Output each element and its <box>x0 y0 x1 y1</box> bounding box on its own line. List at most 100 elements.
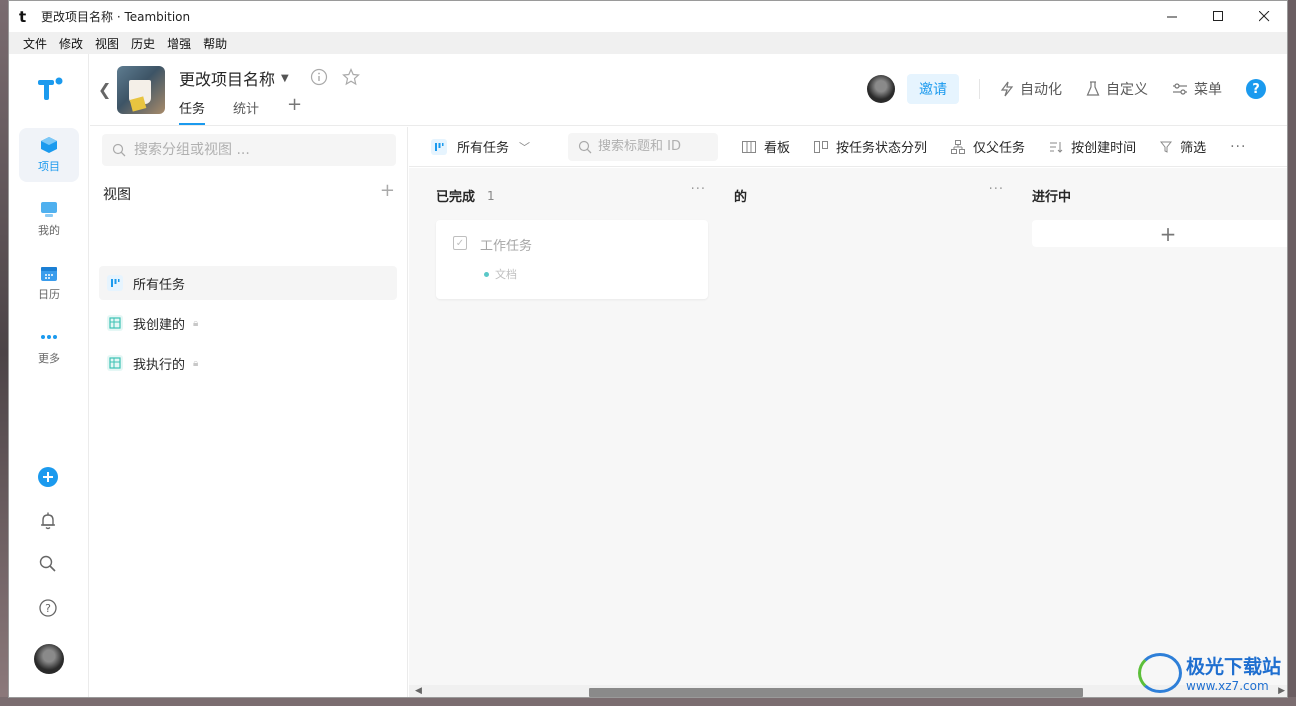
watermark-title: 极光下载站 <box>1186 656 1282 678</box>
menu-help[interactable]: 帮助 <box>197 35 233 52</box>
task-search-input[interactable] <box>598 139 709 154</box>
search-icon <box>578 140 592 153</box>
back-arrow-icon[interactable]: ❮ <box>98 80 111 99</box>
project-name: 更改项目名称 <box>179 70 276 89</box>
app-content: 项目 我的 日历 更多 ? ❮ 更改项目名称 ▼ 任务 统计 + 邀请 自动化 … <box>9 54 1287 697</box>
kanban-view-icon <box>107 275 123 291</box>
maximize-button[interactable] <box>1195 1 1241 32</box>
rail-item-mine[interactable]: 我的 <box>19 192 79 246</box>
filter-button[interactable]: 筛选 <box>1160 137 1206 156</box>
views-heading: 视图 <box>103 187 131 203</box>
help-circle-icon: ? <box>39 599 57 617</box>
task-card[interactable]: ✓ 工作任务 文档 <box>436 220 708 299</box>
add-view-icon[interactable]: + <box>380 180 395 201</box>
title-bar: t 更改项目名称 · Teambition <box>9 1 1287 32</box>
add-task-button[interactable]: + <box>1032 220 1287 247</box>
project-actions <box>310 68 360 86</box>
search-icon <box>112 143 126 157</box>
create-button[interactable] <box>35 464 61 490</box>
rail-item-label: 我的 <box>38 224 60 237</box>
kanban-view-icon <box>431 138 447 155</box>
menu-enhance[interactable]: 增强 <box>161 35 197 52</box>
settings-sliders-icon <box>1173 83 1187 95</box>
tab-tasks[interactable]: 任务 <box>179 98 206 125</box>
columns-icon <box>742 140 757 153</box>
board-view-button[interactable]: 看板 <box>742 137 790 156</box>
column-more-icon[interactable]: ··· <box>691 182 706 197</box>
scroll-left-arrow-icon[interactable]: ◀ <box>415 686 422 696</box>
rail-item-project[interactable]: 项目 <box>19 128 79 182</box>
desktop-background-bottom <box>0 697 1296 706</box>
add-icon <box>38 467 58 487</box>
lock-icon: 🔒︎ <box>193 357 199 369</box>
tab-statistics[interactable]: 统计 <box>233 98 259 125</box>
watermark: 极光下载站 www.xz7.com <box>1138 652 1281 693</box>
star-icon[interactable] <box>342 68 360 86</box>
menu-button[interactable]: 菜单 <box>1172 79 1222 99</box>
board-view-label: 看板 <box>764 141 791 156</box>
task-search-box[interactable] <box>568 132 719 161</box>
view-item-all-tasks[interactable]: 所有任务 <box>99 266 397 300</box>
close-button[interactable] <box>1241 1 1287 32</box>
window-title: 更改项目名称 · Teambition <box>41 10 191 24</box>
project-name-dropdown[interactable]: 更改项目名称 ▼ <box>179 66 289 90</box>
plus-icon: + <box>1159 221 1177 246</box>
view-selector[interactable]: 所有任务 ﹀ <box>431 137 530 156</box>
group-by-status-label: 按任务状态分列 <box>836 141 928 156</box>
views-panel: 视图 + 所有任务 我创建的 🔒︎ 我执行的 🔒︎ <box>90 127 408 697</box>
column-title: 进行中 <box>1032 190 1072 205</box>
view-item-assigned-to-me[interactable]: 我执行的 🔒︎ <box>99 346 397 380</box>
task-checkbox[interactable]: ✓ <box>453 236 467 250</box>
invite-button[interactable]: 邀请 <box>907 74 959 104</box>
board-column: 的 ··· <box>734 168 1006 685</box>
teambition-app-icon: t <box>19 7 27 26</box>
customize-button[interactable]: 自定义 <box>1086 79 1148 99</box>
maximize-icon <box>1212 11 1223 21</box>
more-options-icon[interactable]: ··· <box>1230 139 1246 155</box>
menu-label: 菜单 <box>1194 82 1222 98</box>
view-item-created-by-me[interactable]: 我创建的 🔒︎ <box>99 306 397 340</box>
menu-view[interactable]: 视图 <box>89 35 125 52</box>
current-view-label: 所有任务 <box>457 141 510 156</box>
column-title: 已完成 <box>436 190 476 205</box>
parent-only-button[interactable]: 仅父任务 <box>951 137 1025 156</box>
rail-item-label: 更多 <box>38 352 60 365</box>
sort-label: 按创建时间 <box>1071 141 1137 156</box>
views-search-box[interactable] <box>102 134 396 166</box>
scrollbar-thumb[interactable] <box>589 688 1083 697</box>
help-badge-button[interactable]: ? <box>1246 79 1266 99</box>
menu-file[interactable]: 文件 <box>17 35 53 52</box>
filter-label: 筛选 <box>1180 141 1207 156</box>
automation-button[interactable]: 自动化 <box>1000 79 1062 99</box>
table-view-icon <box>107 315 123 331</box>
column-more-icon[interactable]: ··· <box>989 182 1004 197</box>
view-item-label: 我执行的 <box>133 357 186 373</box>
task-toolbar: 所有任务 ﹀ 看板 按任务状态分列 仅父任务 <box>409 127 1287 167</box>
header-divider <box>979 79 980 99</box>
group-by-status-button[interactable]: 按任务状态分列 <box>814 137 927 156</box>
menu-history[interactable]: 历史 <box>125 35 161 52</box>
desktop-background-left <box>0 0 8 706</box>
menu-bar: 文件 修改 视图 历史 增强 帮助 <box>9 32 1287 54</box>
member-avatar[interactable] <box>867 75 895 103</box>
teambition-logo-icon[interactable] <box>36 76 64 102</box>
automation-label: 自动化 <box>1020 82 1062 98</box>
rail-item-label: 项目 <box>38 160 60 173</box>
minimize-button[interactable] <box>1149 1 1195 32</box>
add-tab-icon[interactable]: + <box>287 94 302 125</box>
customize-label: 自定义 <box>1106 82 1148 98</box>
user-avatar[interactable] <box>34 644 64 674</box>
menu-edit[interactable]: 修改 <box>53 35 89 52</box>
mine-icon <box>41 202 57 217</box>
notifications-button[interactable] <box>35 508 61 534</box>
table-view-icon <box>107 355 123 371</box>
search-button[interactable] <box>35 551 61 577</box>
rail-item-more[interactable]: 更多 <box>19 320 79 374</box>
rail-item-calendar[interactable]: 日历 <box>19 256 79 310</box>
sort-button[interactable]: 按创建时间 <box>1049 137 1136 156</box>
views-search-input[interactable] <box>134 142 374 158</box>
info-icon[interactable] <box>310 68 328 86</box>
task-tag: 文档 <box>484 266 517 282</box>
project-cover-image[interactable] <box>117 66 165 114</box>
help-button[interactable]: ? <box>35 595 61 621</box>
